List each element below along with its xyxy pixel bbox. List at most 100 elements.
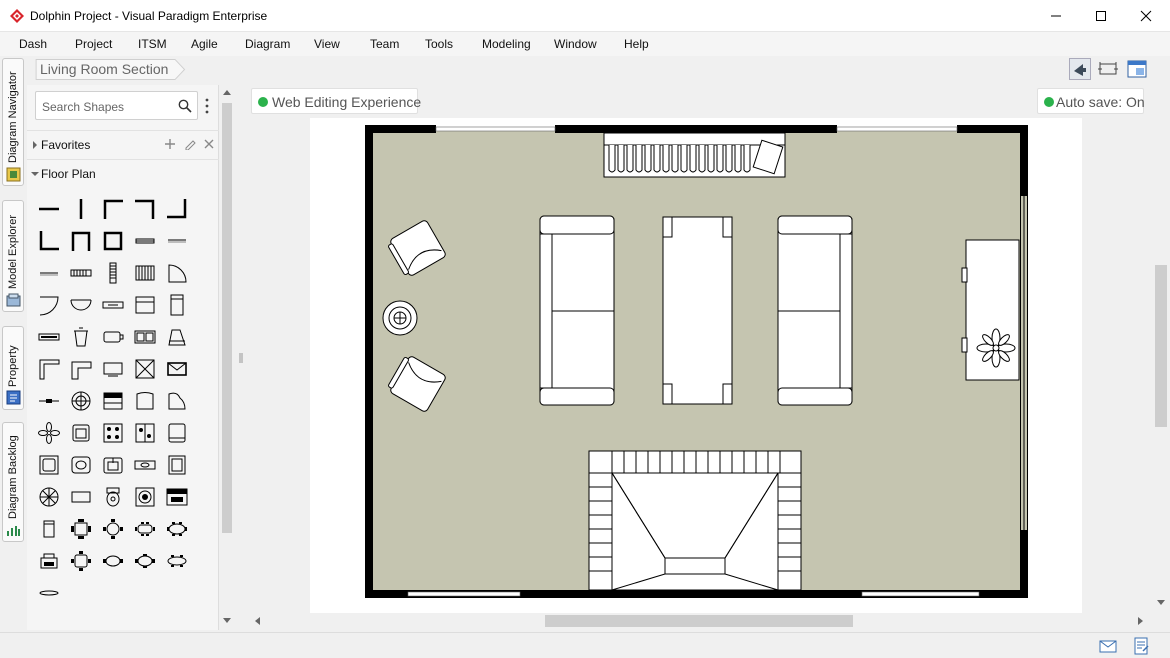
cabinet-icon[interactable] <box>131 291 159 319</box>
wall-u-icon[interactable] <box>67 227 95 255</box>
sink-double-icon[interactable] <box>131 323 159 351</box>
shower-icon[interactable] <box>163 451 191 479</box>
toilet-icon[interactable] <box>99 483 127 511</box>
menu-project[interactable]: Project <box>75 37 112 51</box>
oval-rug-icon[interactable] <box>35 579 63 607</box>
menu-diagram[interactable]: Diagram <box>245 37 290 51</box>
vanity-icon[interactable] <box>131 451 159 479</box>
canvas-horizontal-scrollbar[interactable] <box>248 613 1152 630</box>
wall-corner-icon[interactable] <box>35 355 63 383</box>
menu-agile[interactable]: Agile <box>191 37 218 51</box>
floor-plan-section[interactable]: Floor Plan <box>27 159 219 187</box>
tv-icon[interactable] <box>99 323 127 351</box>
grand-piano-icon[interactable] <box>163 387 191 415</box>
tab-diagram-backlog[interactable]: Diagram Backlog <box>2 422 24 542</box>
sliding-door-icon[interactable] <box>99 291 127 319</box>
stove-large-icon[interactable] <box>131 419 159 447</box>
mail-icon[interactable] <box>1099 637 1117 655</box>
menu-view[interactable]: View <box>314 37 340 51</box>
vertical-scroll-thumb[interactable] <box>1155 265 1167 427</box>
window-icon[interactable] <box>131 227 159 255</box>
menu-window[interactable]: Window <box>554 37 597 51</box>
door-left-icon[interactable] <box>35 291 63 319</box>
ottoman-icon[interactable] <box>131 387 159 415</box>
menu-modeling[interactable]: Modeling <box>482 37 531 51</box>
horizontal-scroll-thumb[interactable] <box>545 615 853 627</box>
panel-splitter[interactable] <box>234 85 248 630</box>
counter-icon[interactable] <box>35 323 63 351</box>
minimize-button[interactable] <box>1033 0 1079 32</box>
desk-icon[interactable] <box>99 387 127 415</box>
radiator-icon[interactable] <box>67 259 95 287</box>
l-counter-icon[interactable] <box>67 355 95 383</box>
canvas-vertical-scrollbar[interactable] <box>1152 85 1170 613</box>
scroll-down-icon[interactable] <box>1157 600 1165 606</box>
chair-tall-icon[interactable] <box>35 515 63 543</box>
round-table-4-icon[interactable] <box>99 515 127 543</box>
palette-scrollbar[interactable] <box>220 85 234 630</box>
search-icon[interactable] <box>178 99 192 113</box>
menu-team[interactable]: Team <box>370 37 399 51</box>
envelope-icon[interactable] <box>163 355 191 383</box>
menu-tools[interactable]: Tools <box>425 37 453 51</box>
scroll-right-icon[interactable] <box>1138 617 1144 625</box>
oval-table-small-icon[interactable] <box>99 547 127 575</box>
sliding-window-icon[interactable] <box>35 259 63 287</box>
shelf-icon[interactable] <box>163 291 191 319</box>
stairs-vertical-icon[interactable] <box>99 259 127 287</box>
notes-icon[interactable] <box>1132 637 1150 655</box>
wall-vertical-icon[interactable] <box>67 195 95 223</box>
armchair-icon[interactable] <box>67 419 95 447</box>
fit-size-icon[interactable] <box>1097 58 1119 80</box>
tab-diagram-navigator[interactable]: Diagram Navigator <box>2 58 24 186</box>
wall-corner-bl-icon[interactable] <box>35 227 63 255</box>
sink-icon[interactable] <box>99 451 127 479</box>
oval-table-icon[interactable] <box>163 515 191 543</box>
menu-help[interactable]: Help <box>624 37 649 51</box>
coffee-table-icon[interactable] <box>67 483 95 511</box>
rod-icon[interactable] <box>35 387 63 415</box>
menu-itsm[interactable]: ITSM <box>138 37 167 51</box>
oval-table-6-icon[interactable] <box>131 547 159 575</box>
fireplace-icon[interactable] <box>163 483 191 511</box>
menu-dash[interactable]: Dash <box>19 37 47 51</box>
long-oval-table-icon[interactable] <box>163 547 191 575</box>
scroll-up-icon[interactable] <box>223 89 231 95</box>
add-icon[interactable] <box>165 139 175 149</box>
wall-corner-tr-icon[interactable] <box>131 195 159 223</box>
maximize-button[interactable] <box>1078 0 1124 32</box>
lamp-icon[interactable] <box>67 387 95 415</box>
scroll-left-icon[interactable] <box>254 617 260 625</box>
room-icon[interactable] <box>99 227 127 255</box>
announcement-icon[interactable] <box>1069 58 1091 80</box>
stairs-icon[interactable] <box>131 259 159 287</box>
more-options-icon[interactable] <box>205 98 209 114</box>
table-6-icon[interactable] <box>131 515 159 543</box>
piano-icon[interactable] <box>163 323 191 351</box>
breadcrumb[interactable]: Living Room Section <box>40 61 168 82</box>
autosave-chip[interactable]: Auto save: On <box>1037 88 1145 114</box>
table-4-chairs-icon[interactable] <box>67 515 95 543</box>
edit-icon[interactable] <box>184 138 196 150</box>
double-door-icon[interactable] <box>67 291 95 319</box>
wall-horizontal-icon[interactable] <box>35 195 63 223</box>
monitor-icon[interactable] <box>99 355 127 383</box>
scroll-down-icon[interactable] <box>223 618 231 624</box>
window-layout-icon[interactable] <box>1126 58 1148 80</box>
printer-icon[interactable] <box>35 547 63 575</box>
plant-icon[interactable] <box>35 419 63 447</box>
washer-icon[interactable] <box>131 483 159 511</box>
diagram-canvas[interactable]: Web Editing Experience Auto save: On <box>248 85 1152 613</box>
palette-scroll-thumb[interactable] <box>222 103 232 533</box>
tab-model-explorer[interactable]: Model Explorer <box>2 200 24 312</box>
square-table-4-icon[interactable] <box>67 547 95 575</box>
x-box-icon[interactable] <box>131 355 159 383</box>
round-table-icon[interactable] <box>35 483 63 511</box>
delete-icon[interactable] <box>204 139 214 149</box>
door-swing-icon[interactable] <box>163 259 191 287</box>
bath-tub-icon[interactable] <box>35 451 63 479</box>
close-button[interactable] <box>1123 0 1169 32</box>
favorites-section[interactable]: Favorites <box>27 130 219 158</box>
wall-corner-tl-icon[interactable] <box>99 195 127 223</box>
window-thin-icon[interactable] <box>163 227 191 255</box>
